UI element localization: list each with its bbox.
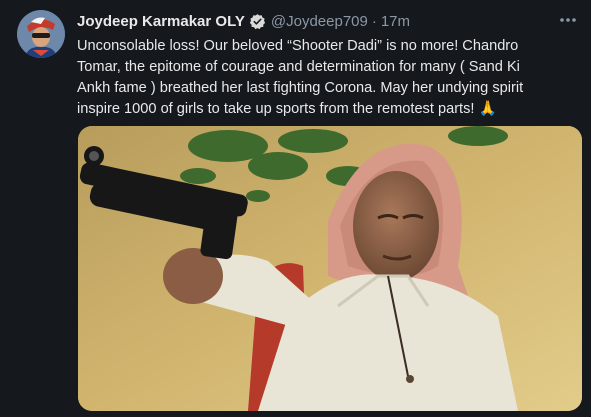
tweet-timestamp[interactable]: 17m	[381, 13, 410, 30]
more-options-icon[interactable]	[557, 10, 579, 30]
author-handle[interactable]: @Joydeep709	[271, 13, 368, 30]
tweet[interactable]: Joydeep Karmakar OLY @Joydeep709 · 17m U…	[0, 0, 591, 417]
verified-badge-icon	[249, 13, 266, 30]
tweet-text: Unconsolable loss! Our beloved “Shooter …	[77, 38, 524, 117]
author-avatar[interactable]	[17, 10, 65, 58]
tweet-header: Joydeep Karmakar OLY @Joydeep709 · 17m	[77, 11, 577, 31]
tweet-photo[interactable]	[78, 126, 582, 411]
header-separator: ·	[371, 12, 377, 30]
author-name[interactable]: Joydeep Karmakar OLY	[77, 13, 245, 30]
